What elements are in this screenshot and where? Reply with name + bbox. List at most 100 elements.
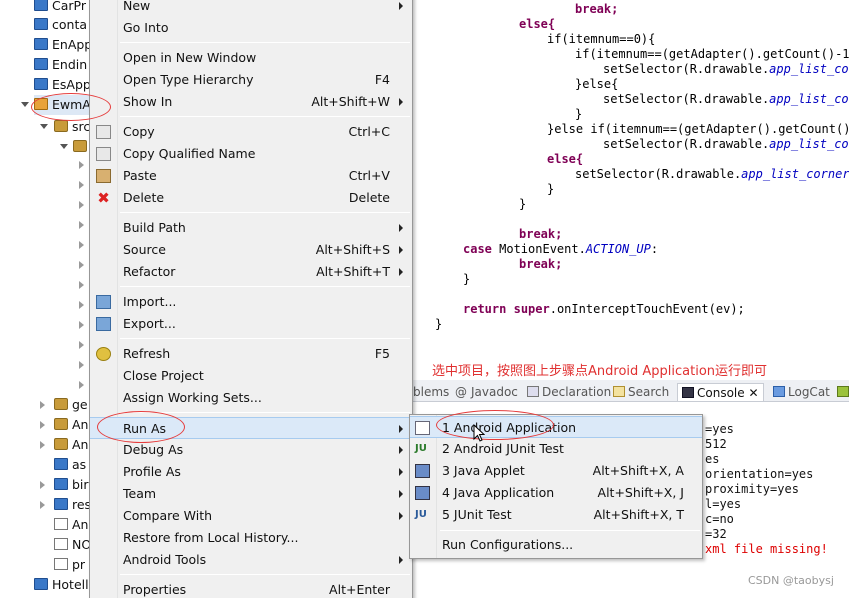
collapse-arrow-icon[interactable]	[79, 221, 84, 229]
menu-separator	[120, 412, 410, 413]
expand-arrow-icon[interactable]	[60, 144, 68, 149]
tree-item[interactable]: pr	[54, 555, 85, 575]
paste-icon	[96, 169, 111, 183]
menu-item-copy[interactable]: Copy Ctrl+C	[90, 121, 412, 143]
collapse-arrow-icon[interactable]	[79, 321, 84, 329]
expand-arrow-icon[interactable]	[21, 102, 29, 107]
tab-javadoc[interactable]: @ Javadoc	[455, 383, 518, 401]
submenu-item-android-junit[interactable]: JU 2 Android JUnit Test	[410, 438, 702, 460]
close-icon[interactable]: ✕	[748, 386, 758, 400]
export-icon	[96, 317, 111, 331]
menu-item-assign-working-sets[interactable]: Assign Working Sets...	[90, 387, 412, 409]
submenu-item-run-configurations[interactable]: Run Configurations...	[410, 534, 702, 556]
menu-item-build-path[interactable]: Build Path	[90, 217, 412, 239]
tree-item[interactable]: as	[54, 455, 86, 475]
code-line: case MotionEvent.ACTION_UP:	[463, 242, 659, 256]
menu-item-refresh[interactable]: Refresh F5	[90, 343, 412, 365]
tab-problems[interactable]: blems	[413, 383, 449, 401]
submenu-item-android-application[interactable]: 1 Android Application	[410, 416, 702, 438]
submenu-arrow-icon	[399, 468, 403, 476]
menu-item-copy-qualified-name[interactable]: Copy Qualified Name	[90, 143, 412, 165]
code-line: break;	[519, 227, 563, 241]
view-tab-bar: blems @ Javadoc Declaration Search Consol…	[413, 380, 849, 402]
menu-item-close-project[interactable]: Close Project	[90, 365, 412, 387]
collapse-arrow-icon[interactable]	[40, 501, 45, 509]
menu-item-delete[interactable]: ✖ Delete Delete	[90, 187, 412, 209]
collapse-arrow-icon[interactable]	[79, 341, 84, 349]
code-line: }	[519, 197, 527, 211]
collapse-arrow-icon[interactable]	[79, 241, 84, 249]
tree-item[interactable]: An	[54, 515, 88, 535]
menu-item-team[interactable]: Team	[90, 483, 412, 505]
package-icon	[73, 140, 87, 152]
library-icon	[54, 418, 68, 430]
tree-item[interactable]: Endin	[34, 55, 87, 75]
folder-icon	[34, 38, 48, 50]
tree-item[interactable]: CarPr	[34, 0, 86, 16]
android-project-icon	[34, 98, 48, 110]
collapse-arrow-icon[interactable]	[79, 201, 84, 209]
menu-item-properties[interactable]: Properties Alt+Enter	[90, 579, 412, 598]
tree-item[interactable]: Hotell	[34, 575, 89, 595]
menu-item-import[interactable]: Import...	[90, 291, 412, 313]
file-icon	[54, 538, 68, 550]
collapse-arrow-icon[interactable]	[79, 161, 84, 169]
watermark: CSDN @taobysj	[748, 574, 834, 587]
collapse-arrow-icon[interactable]	[79, 281, 84, 289]
collapse-arrow-icon[interactable]	[40, 441, 45, 449]
collapse-arrow-icon[interactable]	[79, 181, 84, 189]
code-editor[interactable]: break; else{ if(itemnum==0){ if(itemnum=…	[413, 0, 849, 345]
import-icon	[96, 295, 111, 309]
code-line: else{	[519, 17, 556, 31]
tree-item[interactable]: EsApp	[34, 75, 91, 95]
collapse-arrow-icon[interactable]	[79, 381, 84, 389]
tree-item[interactable]: bir	[54, 475, 89, 495]
collapse-arrow-icon[interactable]	[79, 301, 84, 309]
tree-item[interactable]: conta	[34, 15, 87, 35]
menu-item-paste[interactable]: Paste Ctrl+V	[90, 165, 412, 187]
submenu-item-java-application[interactable]: 4 Java Application Alt+Shift+X, J	[410, 482, 702, 504]
collapse-arrow-icon[interactable]	[79, 261, 84, 269]
menu-item-profile-as[interactable]: Profile As	[90, 461, 412, 483]
tab-search[interactable]: Search	[613, 383, 669, 401]
menu-item-show-in[interactable]: Show In Alt+Shift+W	[90, 91, 412, 113]
collapse-arrow-icon[interactable]	[40, 481, 45, 489]
menu-item-open-new-window[interactable]: Open in New Window	[90, 47, 412, 69]
menu-item-source[interactable]: Source Alt+Shift+S	[90, 239, 412, 261]
refresh-icon	[96, 347, 111, 361]
tree-item[interactable]: src	[54, 117, 90, 137]
submenu-item-java-applet[interactable]: 3 Java Applet Alt+Shift+X, A	[410, 460, 702, 482]
tree-item[interactable]: res	[54, 495, 91, 515]
submenu-arrow-icon	[399, 2, 403, 10]
submenu-arrow-icon	[399, 425, 403, 433]
menu-item-android-tools[interactable]: Android Tools	[90, 549, 412, 571]
expand-arrow-icon[interactable]	[40, 124, 48, 129]
tree-item-selected-project[interactable]: EwmA	[34, 95, 91, 115]
android-icon[interactable]	[837, 383, 849, 401]
tree-item[interactable]: EnApp	[34, 35, 92, 55]
menu-item-refactor[interactable]: Refactor Alt+Shift+T	[90, 261, 412, 283]
menu-item-restore-history[interactable]: Restore from Local History...	[90, 527, 412, 549]
tab-logcat[interactable]: LogCat	[773, 383, 830, 401]
folder-icon	[34, 58, 48, 70]
menu-item-new[interactable]: New	[90, 0, 412, 17]
menu-item-go-into[interactable]: Go Into	[90, 17, 412, 39]
search-icon	[613, 386, 625, 397]
tree-item[interactable]: An	[54, 415, 88, 435]
collapse-arrow-icon[interactable]	[40, 401, 45, 409]
menu-item-run-as[interactable]: Run As	[90, 417, 412, 439]
menu-item-compare-with[interactable]: Compare With	[90, 505, 412, 527]
tab-declaration[interactable]: Declaration	[527, 383, 611, 401]
tree-item[interactable]: NO	[54, 535, 91, 555]
collapse-arrow-icon[interactable]	[40, 421, 45, 429]
submenu-arrow-icon	[399, 268, 403, 276]
code-line: setSelector(R.drawable.app_list_cor	[603, 62, 849, 76]
tab-console[interactable]: Console ✕	[677, 383, 764, 401]
submenu-item-junit[interactable]: JU 5 JUnit Test Alt+Shift+X, T	[410, 504, 702, 526]
menu-item-open-type-hierarchy[interactable]: Open Type Hierarchy F4	[90, 69, 412, 91]
tree-item[interactable]: ge	[54, 395, 88, 415]
menu-item-export[interactable]: Export...	[90, 313, 412, 335]
menu-item-debug-as[interactable]: Debug As	[90, 439, 412, 461]
collapse-arrow-icon[interactable]	[79, 361, 84, 369]
tree-item[interactable]: An	[54, 435, 88, 455]
